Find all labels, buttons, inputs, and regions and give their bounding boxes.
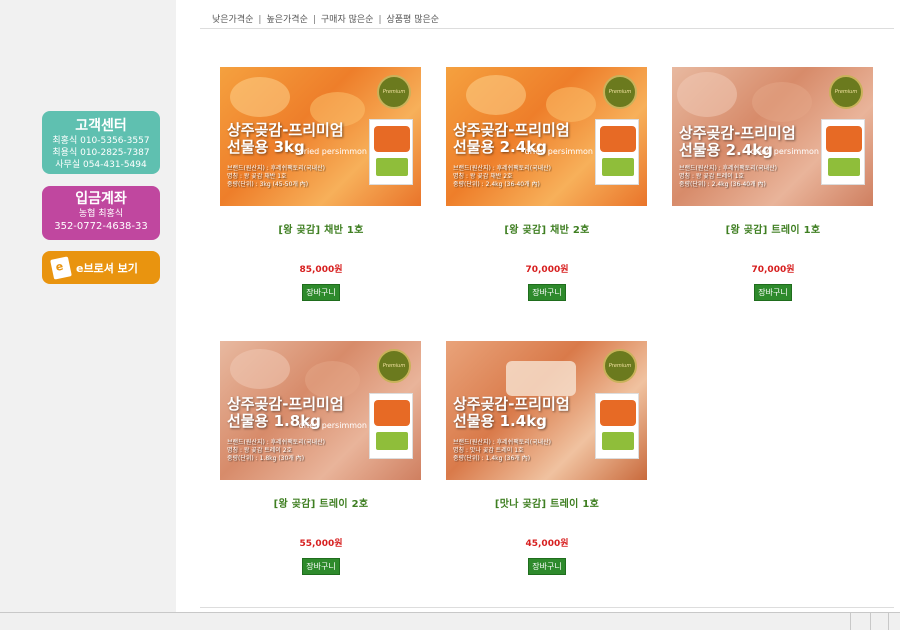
premium-badge-icon: Premium xyxy=(603,349,637,383)
package-icon xyxy=(369,119,413,185)
left-sidebar: 고객센터 최홍식 010-5356-3557 최용식 010-2825-7387… xyxy=(0,0,176,612)
premium-badge-icon: Premium xyxy=(829,75,863,109)
add-to-cart-button[interactable]: 장바구니 xyxy=(754,284,792,301)
divider xyxy=(200,28,894,29)
product-price: 45,000원 xyxy=(525,539,569,549)
product-name-link[interactable]: [왕 곶감] 트레이 2호 xyxy=(220,495,422,510)
sort-separator: | xyxy=(378,15,382,25)
product-image-info: 브랜드(원산지) : 후레쉬팩토리(국내산) 명칭 : 왕 곶감 채반 2호 중량(… xyxy=(453,165,551,188)
package-icon xyxy=(595,119,639,185)
product-card: Premium 상주곶감-프리미엄 선물용 1.4kg 브랜드(원산지) : 후레… xyxy=(446,341,648,575)
customer-center-phone-2: 최용식 010-2825-7387 xyxy=(52,148,150,158)
product-name-link[interactable]: [왕 곶감] 채반 2호 xyxy=(446,221,648,236)
product-image[interactable]: Premium 상주곶감-프리미엄 선물용 3kg dried persimmon… xyxy=(220,67,421,206)
product-price: 85,000원 xyxy=(299,265,343,275)
bank-account-title: 입금계좌 xyxy=(75,191,127,207)
bank-account-number: 352-0772-4638-33 xyxy=(54,221,148,232)
product-image-info: 브랜드(원산지) : 후레쉬팩토리(국내산) 명칭 : 왕 곶감 채반 1호 중량(… xyxy=(227,165,325,188)
add-to-cart-button[interactable]: 장바구니 xyxy=(528,284,566,301)
bank-account-box: 입금계좌 농협 최홍식 352-0772-4638-33 xyxy=(42,186,160,240)
customer-center-phone-3: 사무실 054-431-5494 xyxy=(55,160,147,170)
product-image-heading: 상주곶감-프리미엄 선물용 1.4kg xyxy=(453,395,570,430)
product-price: 55,000원 xyxy=(299,539,343,549)
product-card: Premium 상주곶감-프리미엄 선물용 1.8kg dried persimm… xyxy=(220,341,422,575)
status-bar-cell xyxy=(870,613,871,630)
bank-account-holder: 농협 최홍식 xyxy=(78,209,124,219)
add-to-cart-button[interactable]: 장바구니 xyxy=(302,558,340,575)
product-name-link[interactable]: [왕 곶감] 채반 1호 xyxy=(220,221,422,236)
package-icon xyxy=(369,393,413,459)
product-image-info: 브랜드(원산지) : 후레쉬팩토리(국내산) 명칭 : 맛나 곶감 트레이 1호 중… xyxy=(453,439,551,462)
divider xyxy=(200,607,894,608)
sort-options-bar: 낮은가격순 | 높은가격순 | 구매자 많은순 | 상품평 많은순 xyxy=(212,12,439,25)
add-to-cart-button[interactable]: 장바구니 xyxy=(528,558,566,575)
product-price: 70,000원 xyxy=(525,265,569,275)
product-image[interactable]: Premium 상주곶감-프리미엄 선물용 1.4kg 브랜드(원산지) : 후레… xyxy=(446,341,647,480)
product-image-info: 브랜드(원산지) : 후레쉬팩토리(국내산) 명칭 : 왕 곶감 트레이 1호 중량… xyxy=(679,165,777,188)
sort-low-price-link[interactable]: 낮은가격순 xyxy=(212,15,253,25)
customer-center-box: 고객센터 최홍식 010-5356-3557 최용식 010-2825-7387… xyxy=(42,111,160,174)
product-image[interactable]: Premium 상주곶감-프리미엄 선물용 2.4kg dried persimm… xyxy=(446,67,647,206)
package-icon xyxy=(595,393,639,459)
product-image-info: 브랜드(원산지) : 후레쉬팩토리(국내산) 명칭 : 왕 곶감 트레이 2호 중량… xyxy=(227,439,325,462)
product-price: 70,000원 xyxy=(751,265,795,275)
sort-most-buyers-link[interactable]: 구매자 많은순 xyxy=(321,15,374,25)
premium-badge-icon: Premium xyxy=(377,349,411,383)
premium-badge-icon: Premium xyxy=(603,75,637,109)
status-bar-cell xyxy=(850,613,851,630)
ebrochure-label: e브로셔 보기 xyxy=(76,261,138,275)
product-card: Premium 상주곶감-프리미엄 선물용 2.4kg dried persimm… xyxy=(446,67,648,301)
package-icon xyxy=(821,119,865,185)
sort-most-reviews-link[interactable]: 상품평 많은순 xyxy=(387,15,440,25)
customer-center-phone-1: 최홍식 010-5356-3557 xyxy=(52,136,150,146)
ebrochure-button[interactable]: e브로셔 보기 xyxy=(42,251,160,284)
status-bar-cell xyxy=(888,613,889,630)
sort-high-price-link[interactable]: 높은가격순 xyxy=(266,15,307,25)
premium-badge-icon: Premium xyxy=(377,75,411,109)
product-name-link[interactable]: [왕 곶감] 트레이 1호 xyxy=(672,221,874,236)
customer-center-title: 고객센터 xyxy=(75,118,127,134)
product-image[interactable]: Premium 상주곶감-프리미엄 선물용 2.4kg dried persimm… xyxy=(672,67,873,206)
product-card: Premium 상주곶감-프리미엄 선물용 3kg dried persimmon… xyxy=(220,67,422,301)
add-to-cart-button[interactable]: 장바구니 xyxy=(302,284,340,301)
browser-status-bar xyxy=(0,612,900,630)
product-card: Premium 상주곶감-프리미엄 선물용 2.4kg dried persimm… xyxy=(672,67,874,301)
product-name-link[interactable]: [맛나 곶감] 트레이 1호 xyxy=(446,495,648,510)
product-image-dried-label: dried persimmon xyxy=(750,147,819,156)
brochure-icon xyxy=(50,255,72,280)
sort-separator: | xyxy=(312,15,316,25)
product-image-dried-label: dried persimmon xyxy=(298,421,367,430)
product-image-dried-label: dried persimmon xyxy=(524,147,593,156)
product-image[interactable]: Premium 상주곶감-프리미엄 선물용 1.8kg dried persimm… xyxy=(220,341,421,480)
product-image-dried-label: dried persimmon xyxy=(298,147,367,156)
sort-separator: | xyxy=(258,15,262,25)
